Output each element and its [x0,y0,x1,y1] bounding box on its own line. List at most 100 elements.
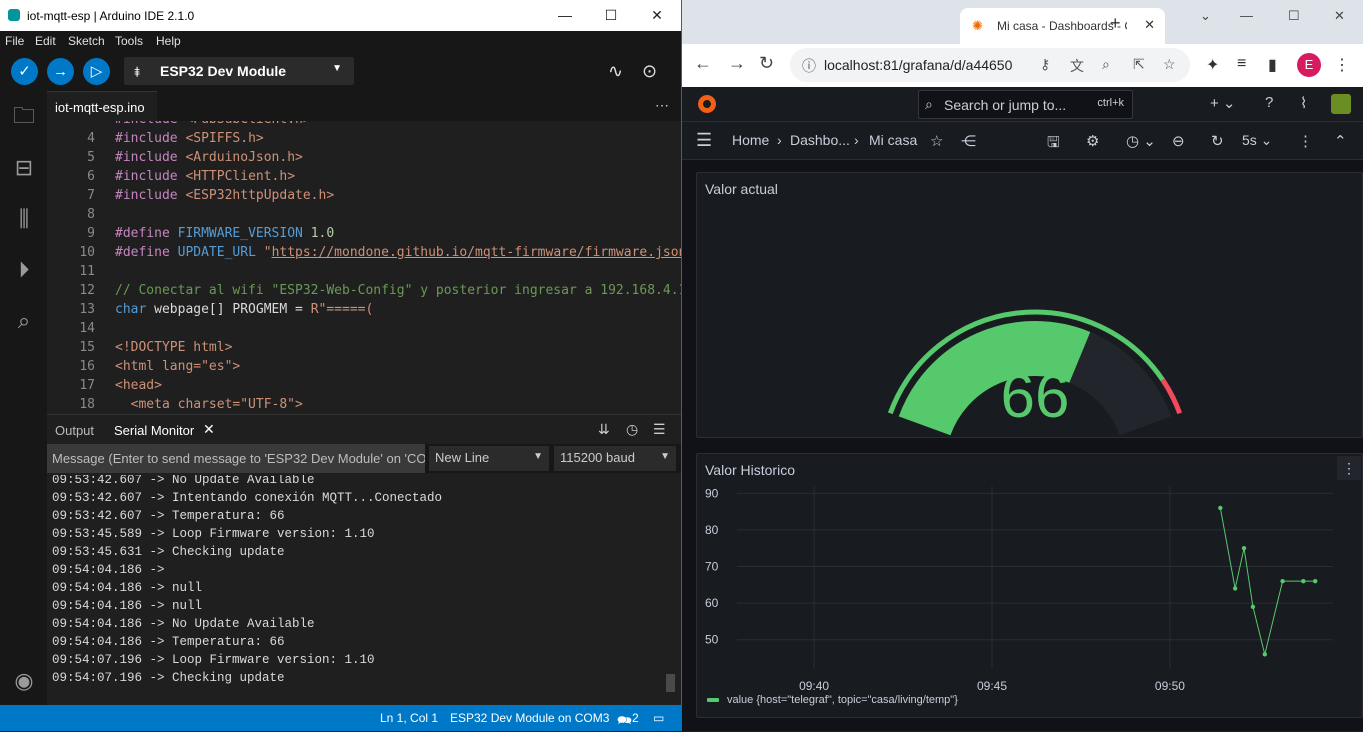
library-icon[interactable]: ⫼ [9,204,39,234]
debug-run-icon[interactable]: ⏵ [9,255,39,285]
menu-tools[interactable]: Tools [115,34,143,48]
more-icon[interactable]: ⋮ [1298,132,1313,150]
more-icon[interactable]: ⋯ [655,97,669,114]
breadcrumb-dashboards[interactable]: Dashbo... [790,132,850,148]
upload-button[interactable]: → [47,58,74,85]
close-icon[interactable]: ✕ [1144,17,1155,33]
new-tab-button[interactable]: + [1110,13,1121,34]
chrome-address-bar: ← → ↻ ⓘ localhost:81/grafana/d/a44650 ⚷ … [682,44,1363,87]
breadcrumb-separator: › [854,132,859,148]
line-number: 11 [79,264,95,279]
maximize-button[interactable]: ☐ [1288,8,1300,24]
menu-edit[interactable]: Edit [35,34,56,48]
refresh-interval[interactable]: 5s ⌄ [1242,132,1272,149]
layout-icon[interactable]: ▭ [653,711,664,725]
timestamp-icon[interactable]: ◷ [626,421,638,438]
close-icon[interactable]: ✕ [203,421,215,438]
gauge-panel[interactable]: Valor actual 66 [696,172,1363,438]
search-icon[interactable]: ⌕ [9,306,39,336]
debug-icon: ▷ [90,63,103,80]
zoom-out-icon[interactable]: ⊖ [1172,132,1185,150]
serial-line: 09:53:42.607 -> No Update Available [52,475,315,487]
help-icon[interactable]: ? [1265,94,1273,111]
grafana-logo-icon[interactable] [698,95,716,113]
minimize-button[interactable]: — [1240,8,1253,23]
zoom-icon[interactable]: ⌕ [1102,56,1110,73]
verify-button[interactable]: ✓ [11,58,38,85]
time-picker-icon[interactable]: ◷ ⌄ [1126,132,1156,150]
menu-sketch[interactable]: Sketch [68,34,105,48]
save-icon[interactable]: 🖫 [1047,132,1060,157]
star-icon[interactable]: ☆ [930,132,943,150]
scrollbar-thumb[interactable] [666,674,675,692]
close-button[interactable]: ✕ [642,5,672,25]
chevron-down-icon: ▼ [660,451,670,462]
code-line: <html lang="es"> [115,359,241,374]
avatar[interactable] [1331,94,1351,114]
debug-button[interactable]: ▷ [83,58,110,85]
share-icon[interactable]: ⇱ [1133,56,1145,73]
key-icon[interactable]: ⚷ [1040,56,1050,73]
site-info-icon[interactable]: ⓘ [802,56,816,76]
breadcrumb-current: Mi casa [869,132,918,148]
clear-output-icon[interactable]: ☰ [653,421,666,438]
tab-output[interactable]: Output [55,423,94,438]
extensions-icon[interactable]: ✦ [1206,55,1219,75]
media-icon[interactable]: ≡ [1237,55,1246,73]
line-ending-select[interactable]: New Line ▼ [429,446,549,471]
gear-icon[interactable]: ⚙ [1086,132,1099,150]
y-tick-label: 80 [705,523,719,537]
tab-serial-monitor[interactable]: Serial Monitor [114,423,194,438]
file-tab[interactable]: iot-mqtt-esp.ino [47,91,157,121]
menu-help[interactable]: Help [156,34,181,48]
chevron-down-icon[interactable]: ⌄ [1200,8,1211,24]
grafana-search-input[interactable]: ⌕ Search or jump to... ctrl+k [918,90,1133,119]
news-icon[interactable]: ⌇ [1300,94,1307,112]
menu-icon[interactable]: ☰ [696,130,712,151]
chrome-menu-icon[interactable]: ⋮ [1334,55,1350,75]
back-icon[interactable]: ← [694,53,712,74]
serial-message-input[interactable]: Message (Enter to send message to 'ESP32… [47,444,425,473]
reload-icon[interactable]: ↻ [759,53,774,74]
serial-monitor-icon[interactable]: ⊙ [642,61,657,82]
refresh-icon[interactable]: ↻ [1211,132,1224,150]
y-tick-label: 90 [705,486,719,500]
notification-count: 2 [632,711,639,725]
board-name: ESP32 Dev Module [160,63,287,79]
board-selector[interactable]: ⯒ ESP32 Dev Module ▼ [124,57,354,85]
add-menu-icon[interactable]: + ⌄ [1210,94,1236,112]
minimize-button[interactable]: — [550,5,580,25]
forward-icon[interactable]: → [728,53,746,74]
search-shortcut: ctrl+k [1097,97,1124,109]
url-input[interactable]: ⓘ localhost:81/grafana/d/a44650 ⚷ ⽂ ⌕ ⇱ … [790,48,1190,82]
profile-avatar[interactable]: E [1297,53,1321,77]
timeseries-panel[interactable]: Valor Historico ⋮ 50 60 70 80 90 09:40 09:45 09… [696,453,1363,718]
side-panel-icon[interactable]: ▮ [1268,55,1277,75]
collapse-icon[interactable]: ⌃ [1334,132,1347,150]
x-tick-label: 09:50 [1155,679,1185,693]
baud-rate-select[interactable]: 115200 baud ▼ [554,446,676,471]
translate-icon[interactable]: ⽂ [1070,56,1084,76]
menu-file[interactable]: File [5,34,24,48]
board-manager-icon[interactable]: ⊟ [9,153,39,183]
breadcrumb-home[interactable]: Home [732,132,769,148]
code-line: #include <ESP32httpUpdate.h> [115,188,335,203]
chevron-down-icon: ▼ [332,63,342,74]
close-button[interactable]: ✕ [1334,8,1345,24]
y-tick-label: 50 [705,633,719,647]
status-bar: Ln 1, Col 1 ESP32 Dev Module on COM3 🗪 2… [0,705,681,731]
star-icon[interactable]: ☆ [1163,56,1176,73]
folder-icon[interactable]: 🗀 [9,101,39,131]
chart-legend[interactable]: value {host="telegraf", topic="casa/livi… [707,694,958,706]
notification-icon[interactable]: 🗪 [617,711,632,732]
code-line: #define UPDATE_URL "https://mondone.gith… [115,245,681,260]
menu-bar: File Edit Sketch Tools Help [0,31,681,51]
maximize-button[interactable]: ☐ [596,5,626,25]
code-editor[interactable]: #include <PubSubClient.h> 4 #include <SPIF… [47,121,681,412]
autoscroll-icon[interactable]: ⇊ [598,421,610,438]
serial-plotter-icon[interactable]: ∿ [608,61,623,82]
share-icon[interactable]: ⋲ [961,132,976,150]
account-icon[interactable]: ◉ [9,666,39,696]
browser-tab[interactable]: ✺ Mi casa - Dashboards - Grafana ✕ [960,8,1165,44]
arduino-logo-icon [8,9,20,21]
